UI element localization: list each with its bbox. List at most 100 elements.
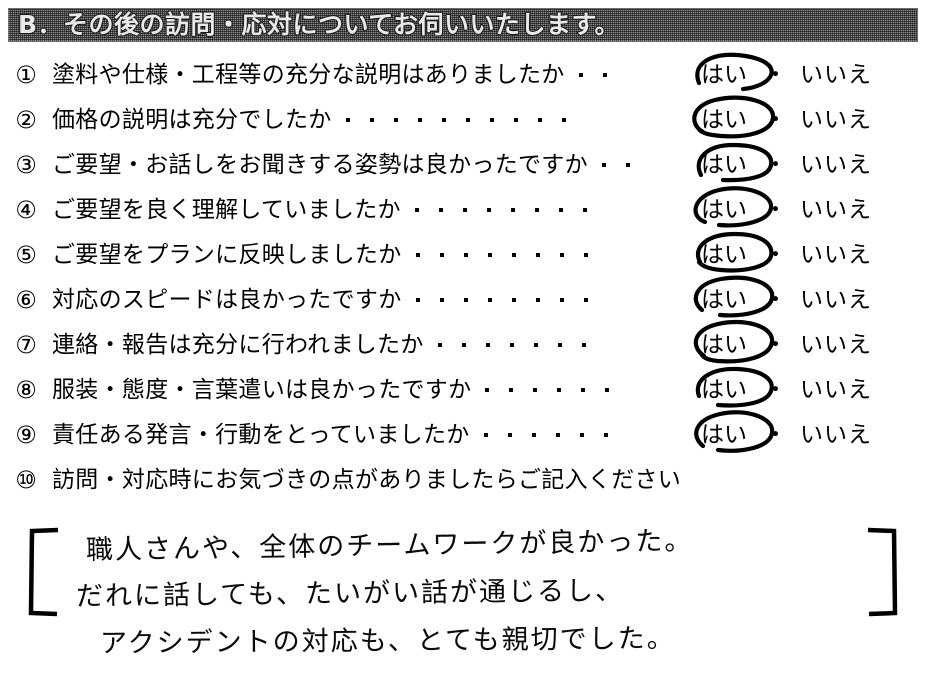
answer-separator: ・ [764,241,787,268]
dot-leader [414,196,607,224]
answer-option-yes-label: はい [701,331,747,358]
dot-leader [345,106,586,134]
leader-dot [559,252,564,257]
answer-option-no[interactable]: いいえ [800,241,916,269]
leader-dot [441,117,446,122]
answer-option-yes[interactable]: はい [695,52,774,91]
leader-dot [439,252,444,257]
leader-dot [582,207,587,212]
answer-option-yes[interactable]: はい [694,409,775,453]
answer-option-no[interactable]: いいえ [800,151,916,179]
answer-separator: ・ [764,61,787,88]
answer-separator: ・ [764,106,787,133]
answer-option-no[interactable]: いいえ [800,376,916,404]
leader-dot [369,117,374,122]
leader-dot [414,207,419,212]
answer-option-yes[interactable]: はい [693,319,775,363]
leader-dot [557,387,562,392]
answer-option-yes[interactable]: はい [692,95,776,138]
leader-dot [537,117,542,122]
answer-choices: はい・いいえ [695,52,916,97]
leader-dot [345,117,350,122]
leader-dot [583,252,588,257]
answer-separator: ・ [764,376,787,403]
leader-dot [510,207,515,212]
answer-option-no[interactable]: いいえ [800,421,916,449]
leader-dot [509,387,514,392]
answer-option-no[interactable]: いいえ [800,196,916,224]
leader-dot [415,297,420,302]
dot-leader [485,376,629,404]
leader-dot [625,162,630,167]
leader-dot [533,342,538,347]
leader-dot [535,252,540,257]
question-row: ③ ご要望・お話しをお聞きする姿勢は良かったですか はい・いいえ [0,142,926,187]
leader-dot [531,432,536,437]
leader-dot [583,297,588,302]
answer-option-yes-label: はい [701,106,747,133]
leader-dot [438,207,443,212]
leader-dot [437,342,442,347]
leader-dot [533,387,538,392]
question-number: ⑧ [15,375,37,404]
leader-dot [535,297,540,302]
comment-line-2: だれに話しても、たいがい話が通じるし、 [75,575,625,613]
leader-dot [486,207,491,212]
answer-option-yes[interactable]: はい [693,185,774,227]
leader-dot [465,117,470,122]
answer-choices: はい・いいえ [696,231,916,277]
question-number: ④ [15,195,37,224]
answer-option-no[interactable]: いいえ [800,286,916,314]
dot-leader [415,286,608,314]
leader-dot [393,117,398,122]
answer-option-yes[interactable]: はい [696,142,774,182]
leader-dot [581,342,586,347]
answer-option-no[interactable]: いいえ [800,331,916,359]
question-text: 価格の説明は充分でしたか [52,106,332,133]
leader-dot [581,387,586,392]
leader-dot [559,297,564,302]
question-row: ⑧ 服装・態度・言葉遣いは良かったですか はい・いいえ [0,366,926,412]
dot-leader [578,61,627,89]
leader-dot [509,342,514,347]
question-number: ⑨ [15,420,37,449]
answer-option-yes-label: はい [701,286,747,313]
answer-choices: はい・いいえ [696,142,916,187]
answer-option-yes-label: はい [701,421,747,448]
question-text: 塗料や仕様・工程等の充分な説明はありましたか [52,61,565,88]
handwritten-comment-text: 職人さんや、全体のチームワークが良かった。 だれに話しても、たいがい話が通じるし… [76,521,872,665]
leader-dot [557,342,562,347]
answer-option-yes-label: はい [701,151,747,178]
answer-separator: ・ [764,286,787,313]
answer-separator: ・ [764,331,787,358]
answer-choices: はい・いいえ [693,275,916,322]
leader-dot [555,432,560,437]
question-row: ② 価格の説明は充分でしたか はい・いいえ [0,95,926,142]
question-text: ご要望・お話しをお聞きする姿勢は良かったですか [52,151,588,178]
question-list: ① 塗料や仕様・工程等の充分な説明はありましたか はい・いいえ ② 価格の説明は充分でし… [0,52,926,502]
leader-dot [462,207,467,212]
answer-option-yes-label: はい [701,61,747,88]
answer-option-yes-label: はい [701,241,747,268]
question-number: ⑥ [15,285,37,314]
free-comment-prompt-row: ⑩ 訪問・対応時にお気づきの点がありましたらご記入ください [0,457,926,502]
leader-dot [489,117,494,122]
question-row: ⑥ 対応のスピードは良かったですか はい・いいえ [0,275,926,322]
answer-option-yes[interactable]: はい [693,275,775,317]
question-text: ご要望を良く理解していましたか [52,196,401,223]
answer-option-yes[interactable]: はい [695,366,774,408]
question-number: ① [15,60,37,89]
leader-dot [487,252,492,257]
answer-separator: ・ [764,196,787,223]
leader-dot [483,432,488,437]
answer-option-yes[interactable]: はい [696,231,774,273]
leader-dot [487,297,492,302]
answer-choices: はい・いいえ [693,319,916,367]
answer-option-no[interactable]: いいえ [800,106,916,134]
comment-line-3: アクシデントの対応も、とても親切でした。 [99,623,676,660]
question-text: 服装・態度・言葉遣いは良かったですか [52,376,472,403]
answer-option-no[interactable]: いいえ [800,61,916,89]
leader-dot [463,252,468,257]
answer-choices: はい・いいえ [693,185,916,232]
question-number: ⑩ [15,465,37,494]
